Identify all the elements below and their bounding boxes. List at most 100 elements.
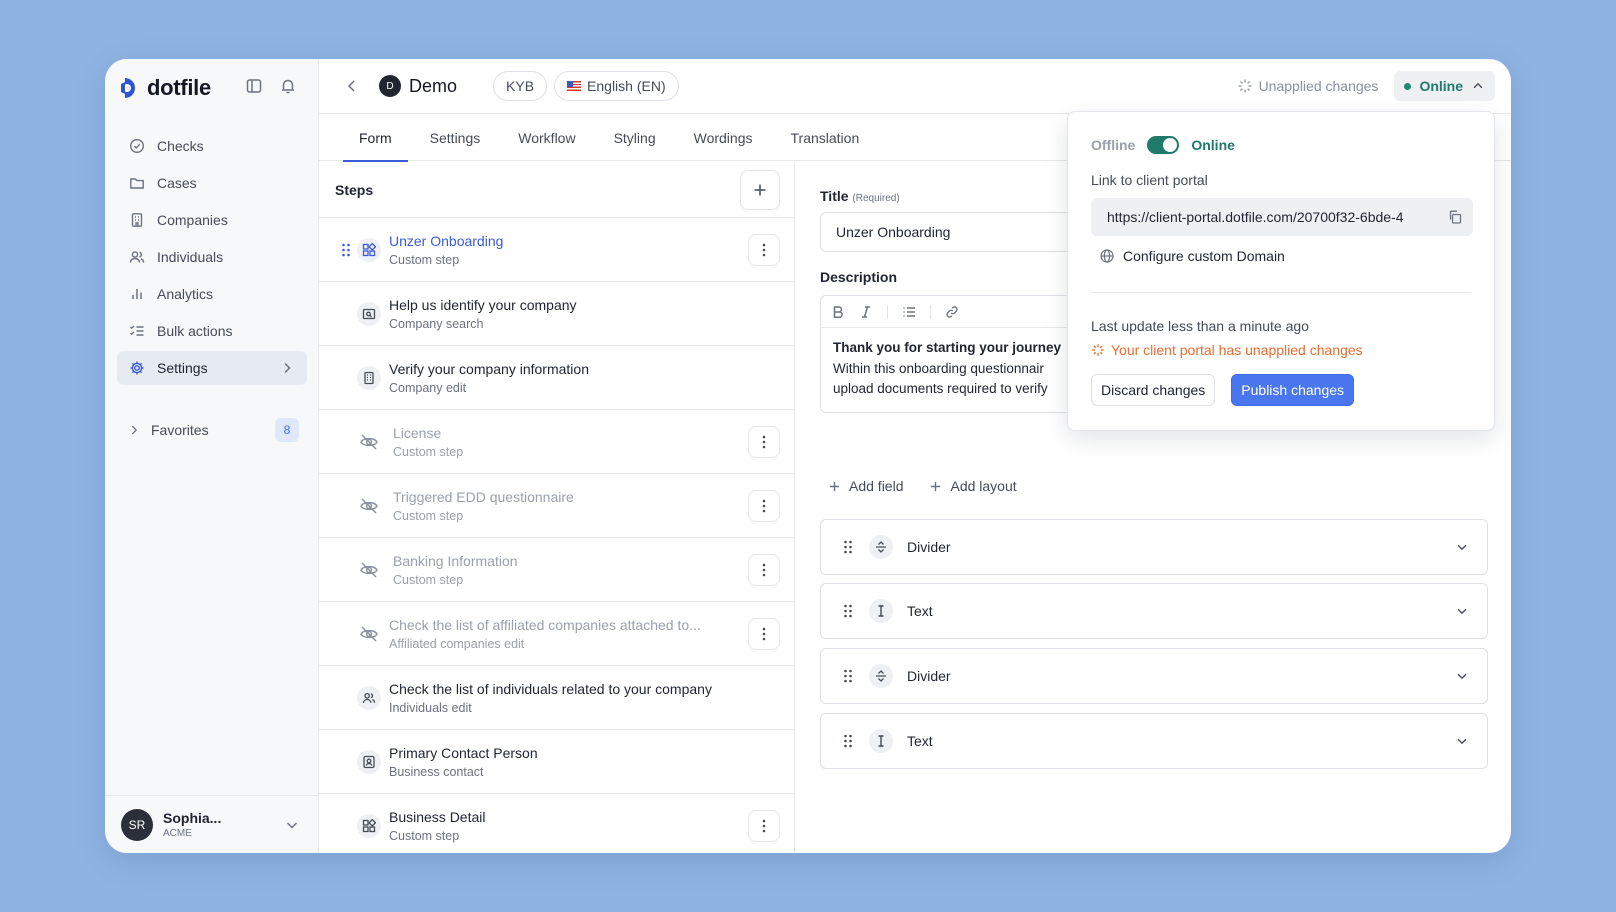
tab-styling[interactable]: Styling: [598, 115, 672, 161]
nav-item-settings[interactable]: Settings: [117, 351, 307, 385]
step-more-button[interactable]: [748, 425, 780, 458]
step-item[interactable]: Business Detail Custom step: [319, 794, 794, 853]
layout-block[interactable]: Text: [820, 583, 1488, 639]
discard-changes-button[interactable]: Discard changes: [1091, 374, 1216, 406]
status-dropdown-button[interactable]: Online: [1394, 71, 1495, 101]
step-item[interactable]: Primary Contact Person Business contact: [319, 730, 794, 794]
more-vertical-icon: [762, 499, 766, 512]
nav-item-companies[interactable]: Companies: [117, 203, 307, 237]
nav-item-cases[interactable]: Cases: [117, 166, 307, 200]
drag-handle-icon[interactable]: [843, 540, 853, 554]
nav-item-analytics[interactable]: Analytics: [117, 277, 307, 311]
us-flag-icon: [567, 81, 582, 91]
bulleted-list-icon[interactable]: [902, 305, 916, 319]
step-item[interactable]: Help us identify your company Company sea…: [319, 282, 794, 346]
add-step-button[interactable]: [740, 169, 780, 210]
eye-off-icon: [357, 622, 381, 646]
chevron-down-icon[interactable]: [1455, 669, 1469, 683]
more-vertical-icon: [762, 819, 766, 832]
step-subtitle: Affiliated companies edit: [389, 636, 525, 651]
user-menu[interactable]: SR Sophia... ACME: [105, 795, 318, 853]
step-item[interactable]: Banking Information Custom step: [319, 538, 794, 602]
drag-handle-icon[interactable]: [341, 243, 351, 257]
user-org: ACME: [163, 828, 192, 839]
required-hint: (Required): [852, 193, 900, 204]
step-item[interactable]: Unzer Onboarding Custom step: [319, 218, 794, 282]
layout-block[interactable]: Divider: [820, 519, 1488, 575]
nav-item-bulk-actions[interactable]: Bulk actions: [117, 314, 307, 348]
step-more-button[interactable]: [748, 233, 780, 266]
online-toggle[interactable]: [1147, 136, 1180, 154]
globe-icon: [1100, 249, 1114, 263]
tab-label: Translation: [790, 130, 860, 146]
title-label-text: Title: [820, 188, 849, 204]
step-more-button[interactable]: [748, 809, 780, 842]
drag-handle-icon[interactable]: [843, 734, 853, 748]
bold-icon[interactable]: [831, 305, 845, 319]
step-item[interactable]: Triggered EDD questionnaire Custom step: [319, 474, 794, 538]
chevron-right-icon: [284, 362, 291, 374]
link-icon[interactable]: [945, 305, 959, 319]
bell-icon[interactable]: [279, 77, 297, 98]
step-more-button[interactable]: [748, 489, 780, 522]
unapplied-warning: Your client portal has unapplied changes: [1091, 342, 1363, 358]
step-more-button[interactable]: [748, 553, 780, 586]
step-more-button[interactable]: [748, 617, 780, 650]
users-icon: [357, 685, 381, 710]
tab-label: Wordings: [693, 130, 753, 146]
tab-form[interactable]: Form: [343, 115, 408, 162]
portal-link-label: Link to client portal: [1091, 172, 1208, 188]
more-vertical-icon: [762, 435, 766, 448]
drag-handle-icon[interactable]: [843, 604, 853, 618]
nav-label: Individuals: [157, 249, 224, 265]
chevron-down-icon[interactable]: [1455, 540, 1469, 554]
language-selector[interactable]: English (EN): [554, 71, 679, 101]
favorites-count-badge: 8: [275, 418, 299, 442]
building-icon: [131, 213, 143, 227]
gear-icon: [130, 361, 144, 375]
step-item[interactable]: Verify your company information Company e…: [319, 346, 794, 410]
add-field-button[interactable]: Add field: [828, 478, 903, 494]
warning-text: Your client portal has unapplied changes: [1111, 342, 1363, 358]
loader-icon: [1238, 79, 1252, 93]
step-item[interactable]: Check the list of individuals related to…: [319, 666, 794, 730]
tab-label: Workflow: [518, 130, 576, 146]
tab-settings[interactable]: Settings: [414, 115, 497, 161]
nav-label: Bulk actions: [157, 323, 233, 339]
italic-icon[interactable]: [859, 305, 873, 319]
tab-label: Styling: [613, 130, 656, 146]
tab-wordings[interactable]: Wordings: [678, 115, 769, 161]
configure-domain-link[interactable]: Configure custom Domain: [1099, 248, 1285, 264]
step-subtitle: Individuals edit: [389, 700, 472, 715]
portal-url-field[interactable]: https://client-portal.dotfile.com/20700f…: [1091, 198, 1473, 236]
step-title: License: [393, 424, 442, 441]
add-layout-button[interactable]: Add layout: [929, 478, 1017, 494]
layout-block[interactable]: Text: [820, 713, 1488, 769]
tab-translation[interactable]: Translation: [775, 115, 876, 161]
steps-header: Steps: [319, 162, 794, 218]
block-name: Text: [907, 733, 933, 749]
chevron-down-icon[interactable]: [1455, 604, 1469, 618]
step-item[interactable]: Check the list of affiliated companies a…: [319, 602, 794, 666]
kyb-pill[interactable]: KYB: [493, 71, 548, 101]
brand[interactable]: dotfile: [119, 73, 211, 103]
tab-label: Form: [359, 130, 392, 146]
publish-changes-button[interactable]: Publish changes: [1231, 374, 1355, 406]
nav-item-checks[interactable]: Checks: [117, 129, 307, 163]
chevron-left-icon[interactable]: [343, 77, 361, 95]
chevron-down-icon[interactable]: [1455, 734, 1469, 748]
tab-workflow[interactable]: Workflow: [502, 115, 591, 161]
step-title: Check the list of affiliated companies a…: [389, 616, 701, 633]
online-dot-icon: [1404, 82, 1412, 90]
sidebar-toggle-icon[interactable]: [245, 77, 263, 98]
avatar: SR: [121, 808, 153, 841]
favorites-section[interactable]: Favorites 8: [117, 413, 307, 447]
more-vertical-icon: [762, 563, 766, 576]
nav-item-individuals[interactable]: Individuals: [117, 240, 307, 274]
step-item[interactable]: License Custom step: [319, 410, 794, 474]
divider-icon: [869, 664, 893, 688]
copy-icon[interactable]: [1447, 209, 1463, 225]
eye-off-icon: [357, 430, 381, 454]
drag-handle-icon[interactable]: [843, 669, 853, 683]
layout-block[interactable]: Divider: [820, 648, 1488, 704]
